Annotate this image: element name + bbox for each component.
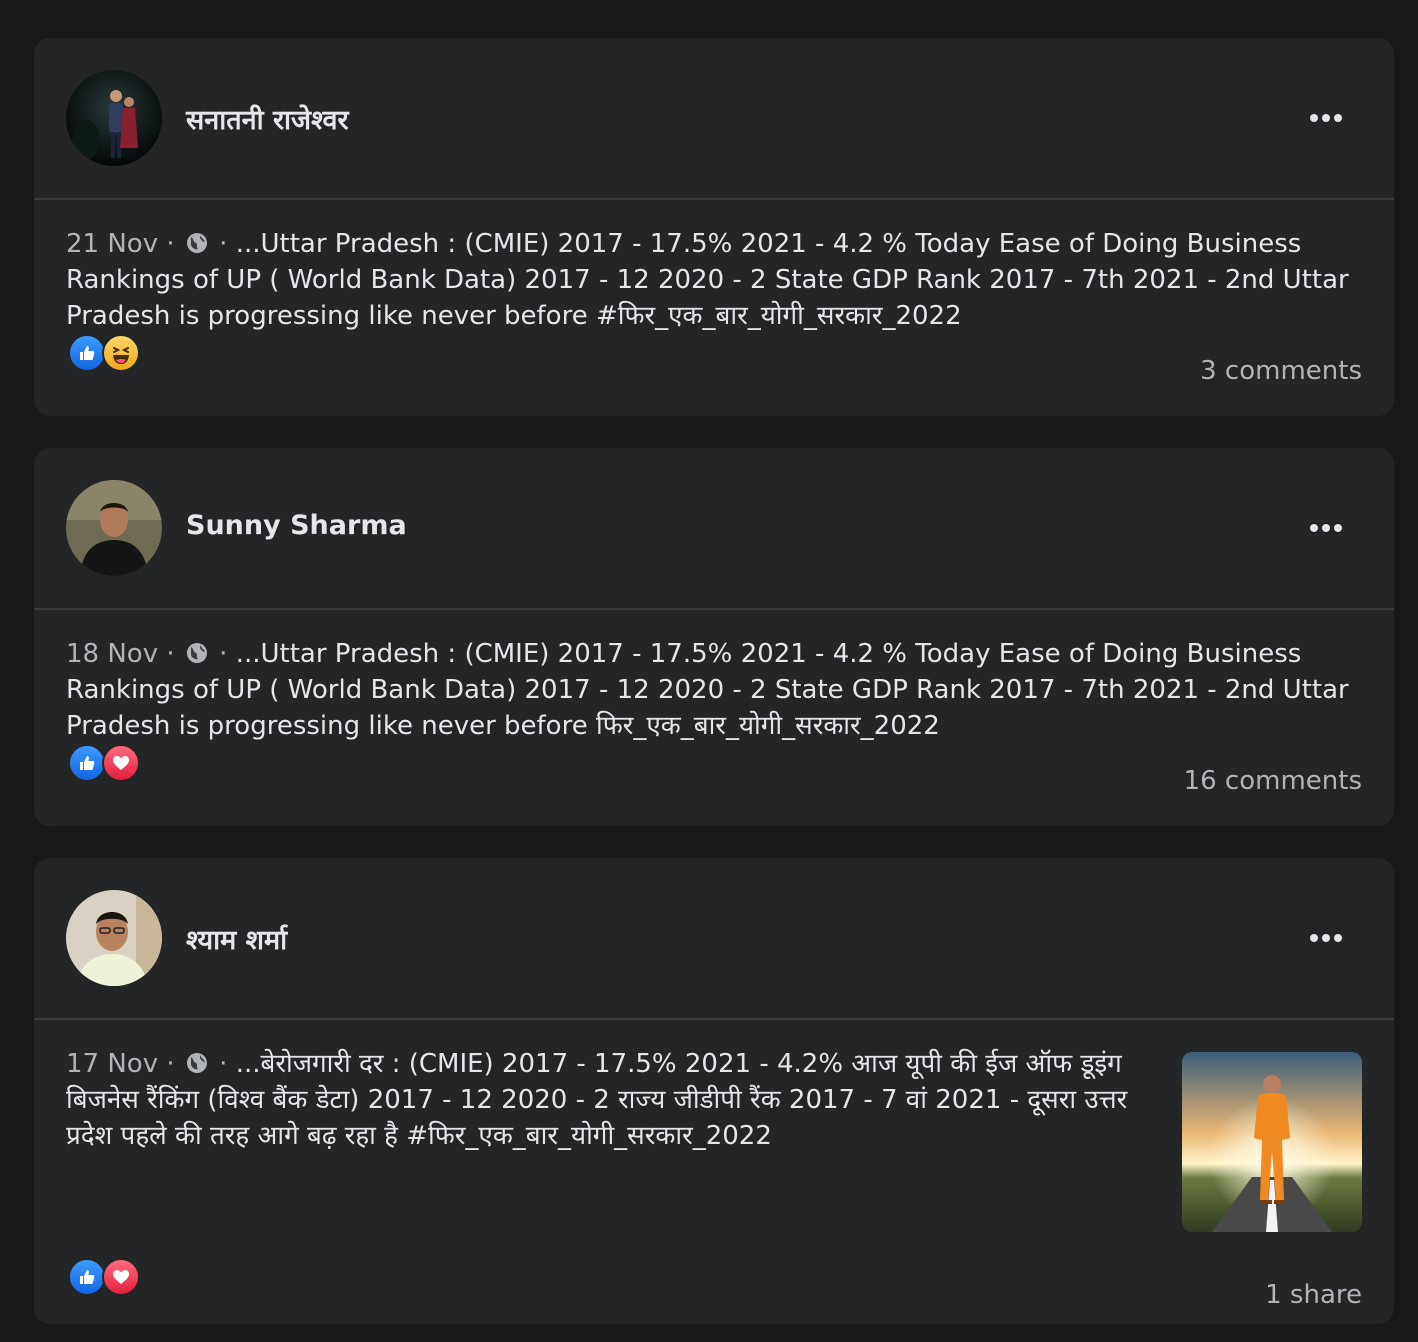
- post-content: ...Uttar Pradesh : (CMIE) 2017 - 17.5% 2…: [66, 229, 1349, 331]
- avatar[interactable]: [66, 70, 162, 166]
- more-options-icon: [1310, 114, 1342, 122]
- reaction-summary[interactable]: [68, 744, 140, 782]
- post-date[interactable]: 17 Nov: [66, 1049, 158, 1079]
- avatar[interactable]: [66, 480, 162, 576]
- separator: ·: [219, 639, 228, 669]
- shares-link[interactable]: 1 share: [1265, 1280, 1362, 1310]
- post-date[interactable]: 21 Nov: [66, 229, 158, 259]
- separator: ·: [166, 639, 175, 669]
- avatar[interactable]: [66, 890, 162, 986]
- post-card: Sunny Sharma 18 Nov · · ...Uttar Pradesh…: [34, 448, 1394, 826]
- post-body: 21 Nov · · ...Uttar Pradesh : (CMIE) 201…: [34, 200, 1394, 416]
- comments-link[interactable]: 3 comments: [1200, 356, 1362, 386]
- love-icon: [102, 744, 140, 782]
- like-icon: [68, 744, 106, 782]
- love-icon: [102, 1258, 140, 1296]
- separator: ·: [219, 229, 228, 259]
- comments-link[interactable]: 16 comments: [1184, 766, 1362, 796]
- separator: ·: [166, 1049, 175, 1079]
- post-text: 17 Nov · · ...बेरोजगारी दर : (CMIE) 2017…: [66, 1046, 1136, 1154]
- separator: ·: [166, 229, 175, 259]
- post-header: Sunny Sharma: [34, 448, 1394, 610]
- author-name[interactable]: Sunny Sharma: [186, 510, 407, 541]
- haha-icon: [102, 334, 140, 372]
- post-thumbnail[interactable]: [1182, 1052, 1362, 1232]
- author-name[interactable]: श्याम शर्मा: [186, 920, 287, 957]
- post-header: सनातनी राजेश्वर: [34, 38, 1394, 200]
- post-card: श्याम शर्मा 17 Nov · · ...बेरोजगारी दर :…: [34, 858, 1394, 1324]
- reaction-summary[interactable]: [68, 334, 140, 372]
- post-body: 17 Nov · · ...बेरोजगारी दर : (CMIE) 2017…: [34, 1020, 1394, 1324]
- globe-icon: [186, 643, 207, 663]
- like-icon: [68, 334, 106, 372]
- post-card: सनातनी राजेश्वर 21 Nov · · ...Uttar Prad…: [34, 38, 1394, 416]
- post-body: 18 Nov · · ...Uttar Pradesh : (CMIE) 201…: [34, 610, 1394, 826]
- post-header: श्याम शर्मा: [34, 858, 1394, 1020]
- more-options-button[interactable]: [1306, 98, 1346, 138]
- globe-icon: [186, 233, 207, 253]
- post-content: ...Uttar Pradesh : (CMIE) 2017 - 17.5% 2…: [66, 639, 1349, 741]
- globe-icon: [186, 1053, 207, 1073]
- more-options-icon: [1310, 934, 1342, 942]
- post-text: 18 Nov · · ...Uttar Pradesh : (CMIE) 201…: [66, 636, 1356, 744]
- like-icon: [68, 1258, 106, 1296]
- author-name[interactable]: सनातनी राजेश्वर: [186, 100, 349, 137]
- more-options-button[interactable]: [1306, 918, 1346, 958]
- more-options-button[interactable]: [1306, 508, 1346, 548]
- more-options-icon: [1310, 524, 1342, 532]
- post-date[interactable]: 18 Nov: [66, 639, 158, 669]
- feed: सनातनी राजेश्वर 21 Nov · · ...Uttar Prad…: [0, 0, 1418, 1342]
- separator: ·: [219, 1049, 228, 1079]
- post-text: 21 Nov · · ...Uttar Pradesh : (CMIE) 201…: [66, 226, 1356, 334]
- reaction-summary[interactable]: [68, 1258, 140, 1296]
